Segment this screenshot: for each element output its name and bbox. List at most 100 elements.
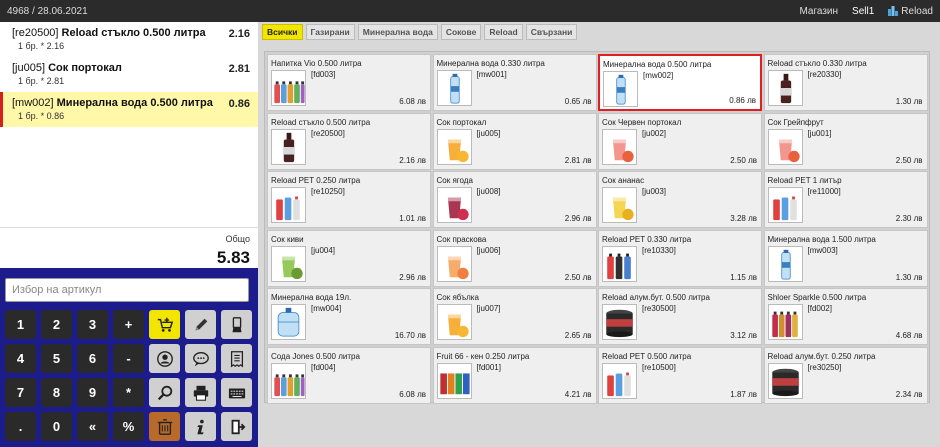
product-image (767, 187, 803, 223)
key-*[interactable]: * (113, 378, 144, 407)
product-image (767, 70, 803, 106)
product-name: Минерална вода 19л. (271, 293, 352, 302)
logout-button[interactable] (221, 412, 252, 441)
customer-button[interactable] (149, 344, 180, 373)
trash-button[interactable] (149, 412, 180, 441)
product-code: [re10250] (311, 187, 345, 196)
product-name: Сок праскова (436, 234, 487, 244)
product-card[interactable]: Минерална вода 1.500 литра [mw003] 1.30 лв (763, 229, 928, 287)
pencil-icon (195, 318, 207, 330)
hand-card-button[interactable] (221, 310, 252, 339)
product-name: Сок киви (271, 234, 304, 244)
product-card[interactable]: Сок Грейпфрут [ju001] 2.50 лв (763, 112, 928, 170)
category-tabs: Всички Газирани Минерална вода Сокове Reload… (262, 24, 578, 40)
product-card[interactable]: Сок праскова [ju006] 2.50 лв (432, 229, 597, 287)
product-card[interactable]: Reload PET 0.500 литра [re10500] 1.87 лв (598, 346, 762, 404)
product-name: Shloer Sparkle 0.500 литра (767, 293, 867, 302)
key-9[interactable]: 9 (77, 378, 108, 407)
product-grid-frame: Напитка Vio 0.500 литра [fd003] 6.08 лв Мин… (264, 51, 930, 404)
key-3[interactable]: 3 (77, 310, 108, 339)
key-.[interactable]: . (5, 412, 36, 441)
product-card[interactable]: Сок ябълка [ju007] 2.65 лв (432, 288, 597, 345)
product-card[interactable]: Минерална вода 0.500 литра [mw002] 0.86 лв (598, 54, 762, 111)
product-card[interactable]: Shloer Sparkle 0.500 литра [fd002] 4.68 лв (763, 288, 928, 345)
key-2[interactable]: 2 (41, 310, 72, 339)
shop-link[interactable]: Магазин (799, 6, 838, 17)
search-button[interactable] (149, 378, 180, 407)
product-code: [re20500] (311, 128, 345, 138)
key-7[interactable]: 7 (5, 378, 36, 407)
product-card[interactable]: Reload PET 0.330 литра [re10330] 1.15 лв (598, 229, 762, 287)
product-card[interactable]: Reload алум.бут. 0.250 литра [re30250] 2.3… (763, 346, 928, 404)
product-card[interactable]: Минерална вода 19л. [mw004] 16.70 лв (267, 288, 431, 345)
product-thumbnail (283, 132, 295, 162)
search-input[interactable] (5, 278, 249, 302)
product-card[interactable]: Сок Червен портокал [ju002] 2.50 лв (598, 112, 762, 170)
product-name: Минерална вода 0.330 литра (436, 59, 545, 68)
product-price: 4.21 лв (564, 389, 592, 399)
product-price: 2.34 лв (895, 389, 923, 399)
product-card[interactable]: Сок киви [ju004] 2.96 лв (267, 229, 431, 287)
product-name: Reload PET 0.250 литра (271, 176, 361, 185)
product-card[interactable]: Reload PET 0.250 литра [re10250] 1.01 лв (267, 171, 431, 228)
product-card[interactable]: Сок портокал [ju005] 2.81 лв (432, 112, 597, 170)
product-thumbnail (447, 255, 469, 279)
order-line[interactable]: [ju005] Сок портокал 1 бр. * 2.81 2.81 (0, 57, 258, 92)
product-code: [mw001] (476, 70, 507, 79)
product-card[interactable]: Сок ягода [ju008] 2.96 лв (432, 171, 597, 228)
product-code: [mw004] (311, 304, 342, 313)
pencil-button[interactable] (185, 310, 216, 339)
product-card[interactable]: Reload стъкло 0.500 литра [re20500] 2.16 л… (267, 112, 431, 170)
product-thumbnail (780, 249, 791, 279)
product-name: Reload алум.бут. 0.250 литра (767, 351, 876, 361)
customer-icon (156, 350, 173, 367)
product-thumbnail (771, 368, 799, 396)
product-thumbnail (276, 194, 300, 221)
product-price: 1.15 лв (730, 272, 757, 282)
tab-category[interactable]: Всички (262, 24, 303, 40)
product-name: Reload алум.бут. 0.500 литра (602, 293, 710, 302)
order-info: 4968 / 28.06.2021 (7, 5, 88, 17)
receipt-button[interactable] (221, 344, 252, 373)
tab-category[interactable]: Reload (484, 24, 523, 40)
product-card[interactable]: Сок ананас [ju003] 3.28 лв (598, 171, 762, 228)
tab-category[interactable]: Минерална вода (357, 24, 438, 40)
key-4[interactable]: 4 (5, 344, 36, 373)
order-line-code: [mw002] (12, 97, 54, 109)
key-1[interactable]: 1 (5, 310, 36, 339)
product-thumbnail (274, 81, 305, 104)
key-%[interactable]: % (113, 412, 144, 441)
product-card[interactable]: Reload PET 1 литър [re11000] 2.30 лв (763, 171, 928, 228)
product-card[interactable]: Reload алум.бут. 0.500 литра [re30500] 3.1… (598, 288, 762, 345)
product-card[interactable]: Reload стъкло 0.330 литра [re20330] 1.30 л… (763, 54, 928, 111)
product-card[interactable]: Минерална вода 0.330 литра [mw001] 0.65 лв (432, 54, 597, 111)
product-card[interactable]: Сода Jones 0.500 литра [fd004] 6.08 лв (267, 346, 431, 404)
keyboard-button[interactable] (221, 378, 252, 407)
key--[interactable]: - (113, 344, 144, 373)
key-6[interactable]: 6 (77, 344, 108, 373)
order-line-name: [ju005] Сок портокал (12, 62, 251, 74)
printer-button[interactable] (185, 378, 216, 407)
add-to-cart-button[interactable] (149, 310, 180, 339)
tab-category[interactable]: Свързани (525, 24, 578, 40)
key-0[interactable]: 0 (41, 412, 72, 441)
key-+[interactable]: + (113, 310, 144, 339)
order-line[interactable]: [mw002] Минерална вода 0.500 литра 1 бр. … (0, 92, 258, 127)
product-price: 2.50 лв (730, 155, 757, 165)
product-panel: Всички Газирани Минерална вода Сокове Reload… (258, 22, 940, 447)
user-name[interactable]: Sell1 (852, 6, 874, 17)
reload-button[interactable]: Reload (888, 6, 933, 17)
key-8[interactable]: 8 (41, 378, 72, 407)
order-line[interactable]: [re20500] Reload стъкло 0.500 литра 1 бр.… (0, 22, 258, 57)
product-code: [ju008] (476, 187, 501, 196)
tab-category[interactable]: Сокове (440, 24, 482, 40)
total-label: Общо (225, 234, 250, 244)
chat-button[interactable] (185, 344, 216, 373)
info-button[interactable] (185, 412, 216, 441)
tab-category[interactable]: Газирани (305, 24, 355, 40)
key-5[interactable]: 5 (41, 344, 72, 373)
product-card[interactable]: Напитка Vio 0.500 литра [fd003] 6.08 лв (267, 54, 431, 111)
key-«[interactable]: « (77, 412, 108, 441)
product-image (603, 71, 638, 107)
product-card[interactable]: Fruit 66 - кен 0.250 литра [fd001] 4.21 лв (432, 346, 597, 404)
